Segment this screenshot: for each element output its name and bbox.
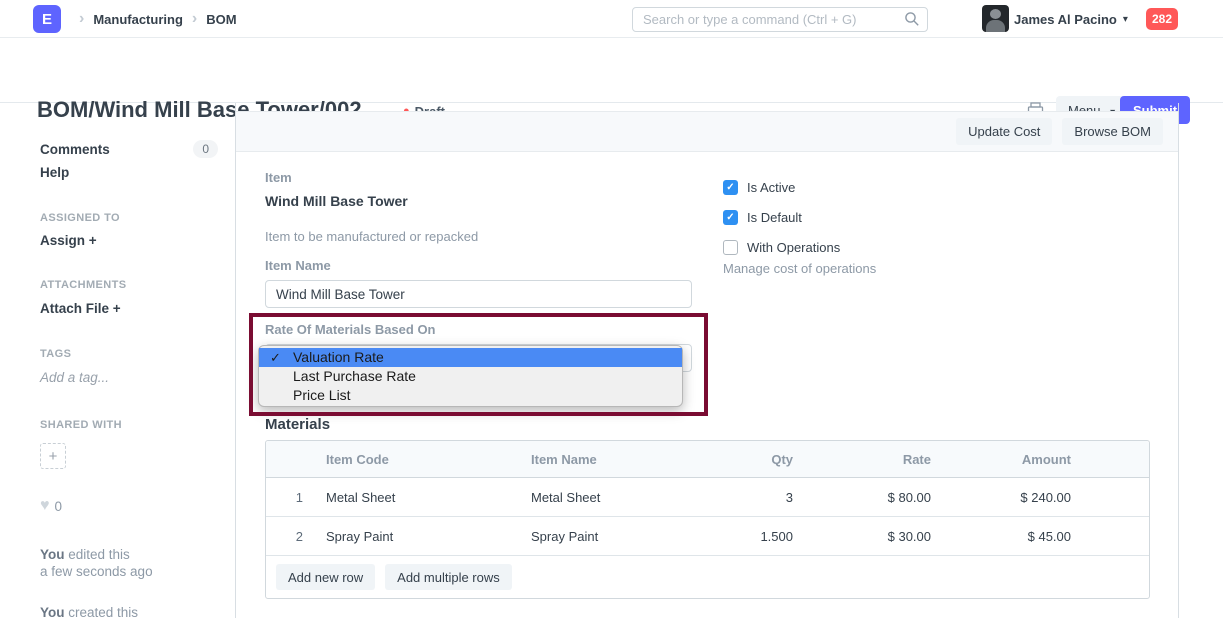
cell-qty: 1.500 [696,529,808,544]
is-default-checkbox[interactable]: ✓ Is Default [723,210,802,225]
row-index: 1 [266,490,311,505]
edited-by: You [40,547,65,562]
user-name: James Al Pacino [1014,12,1117,27]
heart-icon: ♥ [40,498,50,514]
checkbox-checked-icon: ✓ [723,180,738,195]
rate-based-on-label: Rate Of Materials Based On [265,322,436,337]
user-avatar[interactable] [982,5,1009,32]
cell-item-name: Metal Sheet [516,490,696,505]
attach-file-label: Attach File [40,301,109,316]
assigned-to-heading: ASSIGNED TO [40,212,120,224]
add-tag-input[interactable]: Add a tag... [40,370,109,385]
plus-icon: + [113,301,121,316]
dropdown-option-price-list[interactable]: Price List [259,386,682,405]
item-name-input[interactable] [265,280,692,308]
update-cost-button[interactable]: Update Cost [956,118,1052,145]
plus-icon: + [89,233,97,248]
cell-rate: $ 80.00 [808,490,946,505]
comments-label: Comments [40,142,110,157]
operations-note: Manage cost of operations [723,261,876,276]
chevron-down-icon: ▾ [1123,14,1128,25]
header-amount: Amount [946,452,1151,467]
table-footer: Add new row Add multiple rows [266,556,1149,598]
materials-table: Item Code Item Name Qty Rate Amount 1 Me… [265,440,1150,599]
checkbox-label: With Operations [747,240,840,255]
bom-form-page: E › Manufacturing › BOM James Al Pacino … [0,0,1223,618]
search-icon[interactable] [904,11,920,27]
assign-button[interactable]: Assign + [40,233,97,248]
app-logo[interactable]: E [33,5,61,33]
with-operations-checkbox[interactable]: With Operations [723,240,840,255]
cell-item-code: Spray Paint [311,529,516,544]
header-item-code: Item Code [311,452,516,467]
materials-heading: Materials [265,416,330,433]
add-share-button[interactable]: + [40,443,66,469]
add-multiple-rows-button[interactable]: Add multiple rows [385,564,512,590]
row-index: 2 [266,529,311,544]
notification-badge[interactable]: 282 [1146,8,1178,30]
attachments-heading: ATTACHMENTS [40,279,126,291]
like-count: 0 [55,499,63,514]
checkbox-unchecked-icon [723,240,738,255]
avatar-silhouette [986,20,1005,32]
item-name-label: Item Name [265,258,331,273]
rate-based-on-dropdown: ✓ Valuation Rate Last Purchase Rate Pric… [258,345,683,407]
table-row[interactable]: 1 Metal Sheet Metal Sheet 3 $ 80.00 $ 24… [266,478,1149,517]
form-toolbar: Update Cost Browse BOM [236,111,1178,152]
global-search [632,7,928,32]
add-new-row-button[interactable]: Add new row [276,564,375,590]
item-label: Item [265,170,292,185]
search-input[interactable] [632,7,928,32]
cell-item-code: Metal Sheet [311,490,516,505]
item-description: Item to be manufactured or repacked [265,229,478,244]
item-value[interactable]: Wind Mill Base Tower [265,193,408,209]
check-icon: ✓ [270,348,281,367]
table-header-row: Item Code Item Name Qty Rate Amount [266,441,1149,478]
chevron-right-icon: › [79,10,84,28]
attach-file-button[interactable]: Attach File + [40,301,121,316]
divider [235,103,236,618]
comments-count-badge: 0 [193,140,218,158]
sidebar-item-comments[interactable]: Comments 0 [40,140,218,158]
option-label: Price List [293,387,351,403]
dropdown-option-valuation-rate[interactable]: ✓ Valuation Rate [259,348,682,367]
like-button[interactable]: ♥ 0 [40,498,62,514]
edited-text: edited this [68,547,130,562]
checkbox-label: Is Active [747,180,795,195]
checkbox-label: Is Default [747,210,802,225]
breadcrumb-manufacturing[interactable]: Manufacturing [93,12,183,27]
cell-qty: 3 [696,490,808,505]
divider [1178,103,1179,618]
page-title-bar: BOM/Wind Mill Base Tower/002 ● Draft Men… [0,38,1223,103]
avatar-silhouette [990,9,1001,19]
browse-bom-button[interactable]: Browse BOM [1062,118,1163,145]
table-row[interactable]: 2 Spray Paint Spray Paint 1.500 $ 30.00 … [266,517,1149,556]
dropdown-option-last-purchase-rate[interactable]: Last Purchase Rate [259,367,682,386]
cell-amount: $ 240.00 [946,490,1151,505]
is-active-checkbox[interactable]: ✓ Is Active [723,180,795,195]
edited-time: a few seconds ago [40,563,153,580]
option-label: Valuation Rate [293,349,384,365]
top-navbar: E › Manufacturing › BOM James Al Pacino … [0,0,1223,38]
cell-item-name: Spray Paint [516,529,696,544]
edited-info: You edited this a few seconds ago [40,546,153,580]
header-qty: Qty [696,452,808,467]
option-label: Last Purchase Rate [293,368,416,384]
breadcrumb: › Manufacturing › BOM [70,0,237,38]
assign-label: Assign [40,233,85,248]
header-rate: Rate [808,452,946,467]
checkbox-checked-icon: ✓ [723,210,738,225]
user-menu[interactable]: James Al Pacino ▾ [1014,0,1128,38]
cell-rate: $ 30.00 [808,529,946,544]
chevron-right-icon: › [192,10,197,28]
header-item-name: Item Name [516,452,696,467]
tags-heading: TAGS [40,348,71,360]
cell-amount: $ 45.00 [946,529,1151,544]
sidebar-item-help[interactable]: Help [40,165,69,180]
shared-with-heading: SHARED WITH [40,419,122,431]
breadcrumb-bom[interactable]: BOM [206,12,236,27]
